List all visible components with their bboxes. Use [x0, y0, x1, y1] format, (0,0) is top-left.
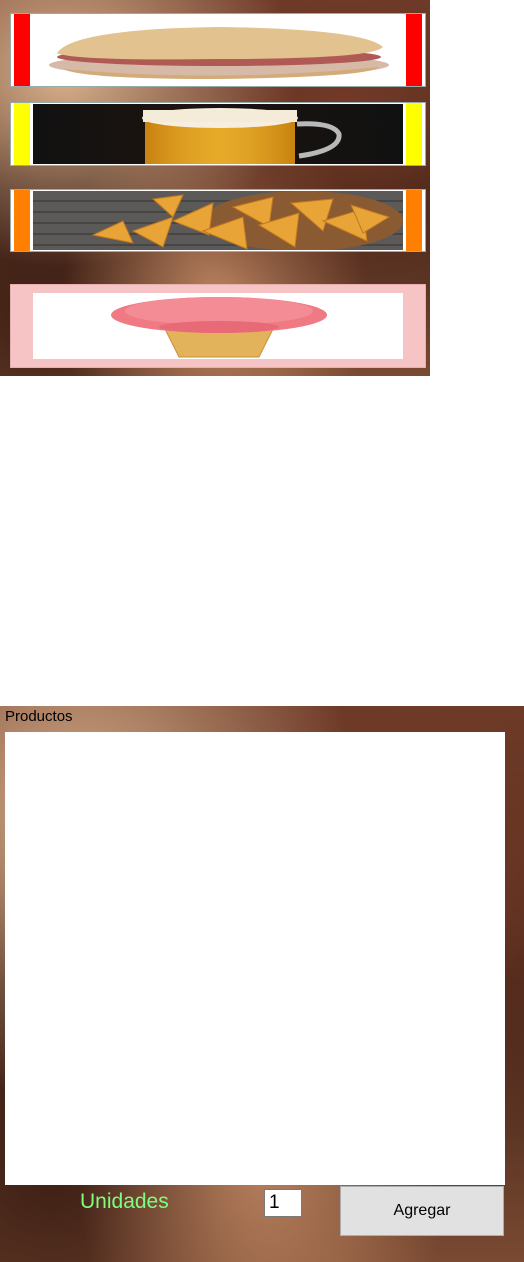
- units-label: Unidades: [80, 1190, 169, 1213]
- color-stripe: [406, 190, 422, 251]
- color-stripe: [14, 103, 30, 165]
- products-list[interactable]: [5, 732, 505, 1185]
- product-chips-button[interactable]: [10, 189, 426, 252]
- product-beer-button[interactable]: [10, 102, 426, 166]
- color-stripe: [406, 14, 422, 86]
- beer-image: [33, 104, 403, 164]
- color-stripe: [14, 190, 30, 251]
- chips-image: [33, 191, 403, 250]
- product-sandwich-button[interactable]: [10, 13, 426, 87]
- units-input[interactable]: [264, 1189, 302, 1217]
- sandwich-image: [33, 15, 403, 85]
- product-ice-cream-button[interactable]: [10, 284, 426, 368]
- color-stripe: [14, 14, 30, 86]
- add-button[interactable]: Agregar: [340, 1186, 504, 1236]
- products-list-label: Productos: [5, 708, 73, 725]
- product-panel-background: [0, 0, 430, 376]
- color-stripe: [406, 103, 422, 165]
- ice-cream-image: [33, 293, 403, 359]
